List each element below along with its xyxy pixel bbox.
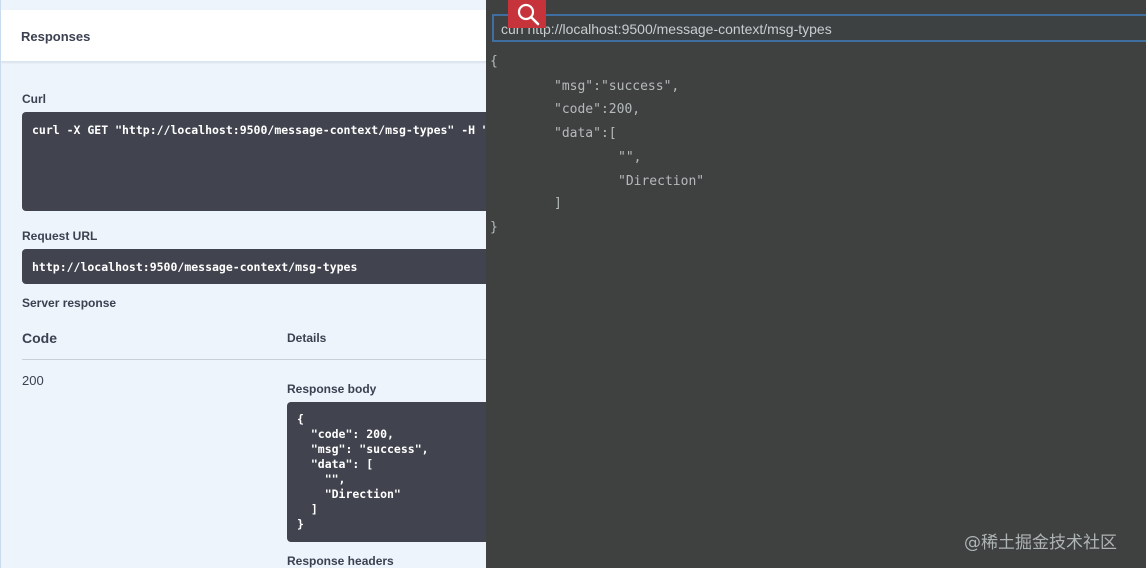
response-body-line: ] bbox=[297, 502, 318, 516]
json-line: } bbox=[490, 220, 498, 235]
url-input-text: curl http://localhost:9500/message-conte… bbox=[501, 21, 832, 37]
json-line: { bbox=[490, 54, 498, 69]
watermark: @稀土掘金技术社区 bbox=[964, 533, 1117, 553]
response-body-box[interactable]: { "code": 200, "msg": "success", "data":… bbox=[287, 402, 486, 542]
response-code: 200 bbox=[22, 373, 44, 388]
json-line: "Direction" bbox=[618, 174, 705, 189]
search-button[interactable] bbox=[508, 0, 546, 28]
response-body-line: "code": 200, bbox=[297, 427, 394, 441]
curl-command-box[interactable]: curl -X GET "http://localhost:9500/messa… bbox=[22, 112, 486, 211]
response-body-label: Response body bbox=[287, 382, 377, 396]
json-viewer-panel: curl http://localhost:9500/message-conte… bbox=[486, 0, 1146, 568]
column-header-details: Details bbox=[287, 331, 327, 345]
response-headers-label: Response headers bbox=[287, 554, 394, 568]
json-line: ] bbox=[554, 196, 562, 211]
response-body-line: "", bbox=[297, 472, 346, 486]
responses-header: Responses bbox=[1, 10, 486, 62]
response-body-line: "data": [ bbox=[297, 457, 374, 471]
url-input[interactable]: curl http://localhost:9500/message-conte… bbox=[492, 14, 1146, 42]
response-body-line: "Direction" bbox=[297, 487, 401, 501]
request-url-box[interactable]: http://localhost:9500/message-context/ms… bbox=[22, 249, 486, 284]
responses-title: Responses bbox=[21, 29, 91, 44]
response-body-line: } bbox=[297, 517, 304, 531]
response-body-line: { bbox=[297, 412, 304, 426]
json-line: "", bbox=[618, 150, 642, 165]
curl-label: Curl bbox=[22, 92, 46, 106]
server-response-label: Server response bbox=[22, 296, 117, 310]
response-body-line: "msg": "success", bbox=[297, 442, 429, 456]
swagger-panel: Responses Curl curl -X GET "http://local… bbox=[0, 0, 486, 568]
column-header-code: Code bbox=[22, 330, 57, 346]
top-band bbox=[1, 0, 486, 10]
request-url-label: Request URL bbox=[22, 229, 98, 243]
table-divider bbox=[22, 359, 486, 360]
json-line: "msg":"success", bbox=[554, 79, 680, 94]
json-line: "code":200, bbox=[554, 102, 641, 117]
search-icon bbox=[517, 3, 540, 26]
json-line: "data":[ bbox=[554, 126, 617, 141]
